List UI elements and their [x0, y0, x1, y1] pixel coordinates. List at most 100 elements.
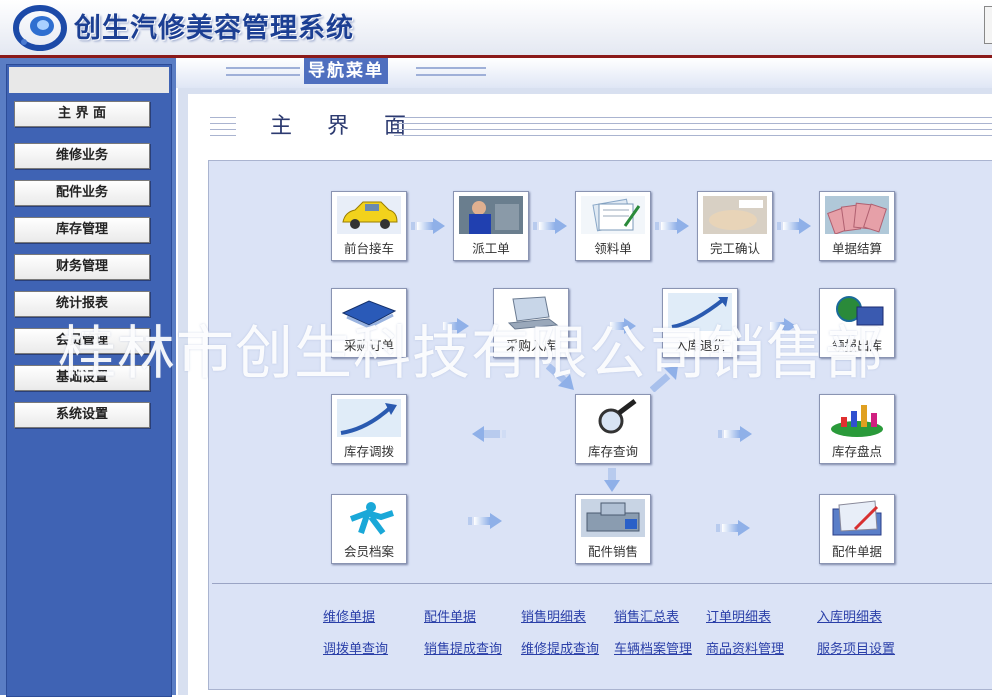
money-icon [825, 196, 889, 234]
title-rule [210, 117, 236, 118]
tile-settlement[interactable]: 单据结算 [819, 191, 895, 261]
title-rule [394, 129, 992, 130]
sidebar-item-system-settings[interactable]: 系统设置 [14, 402, 150, 428]
tile-label: 前台接车 [343, 241, 394, 256]
link-transfer-query[interactable]: 调拨单查询 [323, 638, 388, 657]
tile-front-desk[interactable]: 前台接车 [331, 191, 407, 261]
link-sales-commission[interactable]: 销售提成查询 [424, 638, 502, 657]
sidebar-item-members[interactable]: 会员管理 [14, 328, 150, 354]
arrow-right-icon [716, 520, 750, 536]
title-rule [210, 135, 236, 136]
arrow-right-icon [443, 318, 469, 334]
tile-label: 派工单 [472, 241, 510, 256]
tile-label: 采购订单 [343, 338, 394, 353]
sidebar-item-parts[interactable]: 配件业务 [14, 180, 150, 206]
window-control-button[interactable] [984, 6, 992, 44]
nav-title-bar [176, 58, 992, 88]
app-title: 创生汽修美容管理系统 [74, 13, 354, 44]
tile-label: 领料单 [594, 241, 632, 256]
link-sales-detail[interactable]: 销售明细表 [521, 606, 586, 625]
title-rule [394, 135, 992, 136]
handshake-icon [703, 196, 767, 234]
running-person-icon [337, 499, 401, 537]
nav-title-rule-left-2 [226, 74, 300, 76]
nav-title-rule-left [226, 67, 300, 69]
section-divider [212, 583, 992, 584]
tile-label: 库存盘点 [831, 444, 882, 459]
documents-icon [581, 196, 645, 234]
tile-label: 入库退货 [674, 338, 725, 353]
nav-title-rule-right [416, 67, 486, 69]
arrow-right-icon [770, 318, 796, 334]
link-stock-in-detail[interactable]: 入库明细表 [817, 606, 882, 625]
tile-label: 完工确认 [709, 241, 760, 256]
tile-dispatch[interactable]: 派工单 [453, 191, 529, 261]
tile-purchase-order[interactable]: 采购订单 [331, 288, 407, 358]
tile-completion[interactable]: 完工确认 [697, 191, 773, 261]
link-parts-documents[interactable]: 配件单据 [424, 606, 476, 625]
arrow-right-icon [718, 426, 752, 442]
link-service-items[interactable]: 服务项目设置 [817, 638, 895, 657]
link-repair-commission[interactable]: 维修提成查询 [521, 638, 599, 657]
arrow-right-icon [468, 513, 502, 529]
tile-purchase-stock-in[interactable]: 采购入库 [493, 288, 569, 358]
link-vehicle-records[interactable]: 车辆档案管理 [614, 638, 692, 657]
arrow-down-right-icon [546, 364, 574, 390]
sidebar-item-main[interactable]: 主 界 面 [14, 101, 150, 127]
sidebar-header [9, 67, 169, 93]
tile-label: 配件单据 [831, 544, 882, 559]
tile-label: 配件销售 [587, 544, 638, 559]
arrow-up-right-icon [650, 366, 678, 392]
arrow-left-icon [472, 426, 506, 442]
sidebar-item-inventory[interactable]: 库存管理 [14, 217, 150, 243]
folder-icon [825, 499, 889, 537]
app-header: 创生汽修美容管理系统 [0, 0, 992, 58]
sidebar-item-finance[interactable]: 财务管理 [14, 254, 150, 280]
sidebar-item-reports[interactable]: 统计报表 [14, 291, 150, 317]
tile-label: 会员档案 [343, 544, 394, 559]
tile-stock-return[interactable]: 入库退货 [662, 288, 738, 358]
tile-stock-query[interactable]: 库存查询 [575, 394, 651, 464]
arrow-right-icon [777, 218, 811, 234]
tile-member-records[interactable]: 会员档案 [331, 494, 407, 564]
parts-icon [581, 499, 645, 537]
link-repair-documents[interactable]: 维修单据 [323, 606, 375, 625]
tile-parts-documents[interactable]: 配件单据 [819, 494, 895, 564]
tile-stock-transfer[interactable]: 库存调拨 [331, 394, 407, 464]
transfer-chart-icon [337, 399, 401, 437]
sidebar-item-basic-settings[interactable]: 基础设置 [14, 365, 150, 391]
globe-computer-icon [825, 293, 889, 331]
mechanic-icon [459, 196, 523, 234]
arrow-right-icon [610, 318, 636, 334]
nav-title-rule-right-2 [416, 74, 486, 76]
tile-label: 采购入库 [505, 338, 556, 353]
tile-label: 库存调拨 [343, 444, 394, 459]
title-rule [394, 117, 992, 118]
title-rule [394, 123, 992, 124]
link-sales-summary[interactable]: 销售汇总表 [614, 606, 679, 625]
arrow-right-icon [533, 218, 567, 234]
link-product-data[interactable]: 商品资料管理 [706, 638, 784, 657]
nav-menu-title: 导航菜单 [304, 58, 388, 84]
book-icon [337, 293, 401, 331]
logo-icon [13, 5, 67, 51]
magnifier-icon [581, 399, 645, 437]
laptop-icon [499, 293, 563, 331]
tile-label: 领报出库 [831, 338, 882, 353]
arrow-down-icon [604, 468, 620, 492]
tile-requisition[interactable]: 领料单 [575, 191, 651, 261]
tile-stock-count[interactable]: 库存盘点 [819, 394, 895, 464]
chart-arrow-icon [668, 293, 732, 331]
link-order-detail[interactable]: 订单明细表 [706, 606, 771, 625]
arrow-right-icon [411, 218, 445, 234]
tile-label: 单据结算 [831, 241, 882, 256]
tile-parts-sales[interactable]: 配件销售 [575, 494, 651, 564]
car-icon [337, 196, 401, 234]
sidebar-item-repair[interactable]: 维修业务 [14, 143, 150, 169]
title-rule [210, 129, 236, 130]
bar-chart-icon [825, 399, 889, 437]
arrow-right-icon [655, 218, 689, 234]
tile-stock-out[interactable]: 领报出库 [819, 288, 895, 358]
title-rule [210, 123, 236, 124]
tile-label: 库存查询 [587, 444, 638, 459]
